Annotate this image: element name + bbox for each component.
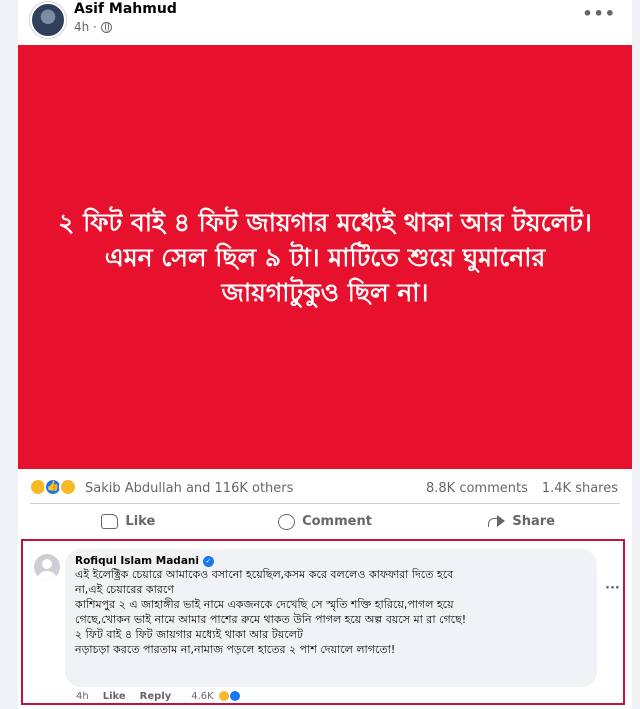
- comment-options-icon[interactable]: ···: [605, 581, 620, 596]
- comment-reaction-count: 4.6K: [191, 690, 214, 702]
- author-avatar[interactable]: [30, 2, 66, 38]
- comment-bubble-icon: [278, 513, 296, 530]
- comment-line: না,এই চেয়ারের কারণে: [75, 583, 174, 596]
- commenter-avatar[interactable]: [34, 554, 60, 580]
- like-button[interactable]: Like: [30, 504, 227, 539]
- reactions-summary: 👍 Sakib Abdullah and 116K others 8.8K co…: [18, 474, 632, 500]
- like-icon: [228, 690, 241, 702]
- post-action-bar: Like Comment Share: [30, 503, 620, 539]
- globe-icon: [100, 21, 112, 33]
- like-label: Like: [125, 514, 156, 529]
- comment-footer: 4h Like Reply 4.6K: [76, 690, 241, 702]
- post-time[interactable]: 4h ·: [74, 20, 97, 34]
- comment-line: কাশিমপুর ২ এ জাহাঙ্গীর ভাই নামে একজনকে দ…: [75, 598, 454, 611]
- shares-count[interactable]: 1.4K shares: [542, 481, 618, 496]
- haha-icon: [59, 478, 77, 496]
- post-header: Asif Mahmud 4h · •••: [18, 0, 632, 44]
- share-arrow-icon: [488, 514, 506, 529]
- share-button[interactable]: Share: [423, 504, 620, 539]
- post-image-text: ২ ফিট বাই ৪ ফিট জায়গার মধ্যেই থাকা আর ট…: [58, 207, 592, 307]
- highlighted-comment: Rofiqul Islam Madani ✓ এই ইলেক্ট্রিক চেয…: [21, 539, 625, 705]
- comment-bubble: Rofiqul Islam Madani ✓ এই ইলেক্ট্রিক চেয…: [65, 549, 597, 687]
- author-name[interactable]: Asif Mahmud: [74, 1, 177, 17]
- reaction-names[interactable]: Sakib Abdullah and 116K others: [85, 481, 293, 496]
- comment-button[interactable]: Comment: [227, 504, 424, 539]
- comments-count[interactable]: 8.8K comments: [426, 481, 528, 496]
- comment-reply-button[interactable]: Reply: [140, 691, 172, 702]
- commenter-name-row: Rofiqul Islam Madani ✓: [75, 555, 587, 567]
- more-options-icon[interactable]: •••: [582, 4, 616, 23]
- commenter-name[interactable]: Rofiqul Islam Madani: [75, 555, 199, 567]
- verified-badge-icon: ✓: [202, 555, 214, 567]
- post-image[interactable]: ২ ফিট বাই ৪ ফিট জায়গার মধ্যেই থাকা আর ট…: [18, 45, 632, 469]
- reaction-icons[interactable]: 👍: [29, 478, 77, 496]
- comment-line: ২ ফিট বাই ৪ ফিট জায়গার মধ্যেই থাকা আর ট…: [75, 628, 303, 641]
- comment-reactions[interactable]: 4.6K: [191, 690, 241, 702]
- comment-time[interactable]: 4h: [76, 691, 89, 702]
- thumbs-up-icon: [101, 514, 119, 529]
- share-label: Share: [512, 514, 555, 529]
- comment-line: নড়াচড়া করতে পারতাম না,নামাজ পড়লে হাতে…: [75, 643, 396, 656]
- comment-like-button[interactable]: Like: [103, 691, 126, 702]
- engagement-counts: 8.8K comments 1.4K shares: [426, 481, 618, 496]
- comment-line: গেছে,খোকন ভাই নামে আমার পাশের রুমে থাকত …: [75, 613, 467, 626]
- sad-icon: [217, 690, 230, 702]
- comment-label: Comment: [302, 514, 372, 529]
- comment-line: এই ইলেক্ট্রিক চেয়ারে আমাকেও বসানো হয়েছ…: [75, 568, 454, 581]
- post-meta: 4h ·: [74, 20, 112, 34]
